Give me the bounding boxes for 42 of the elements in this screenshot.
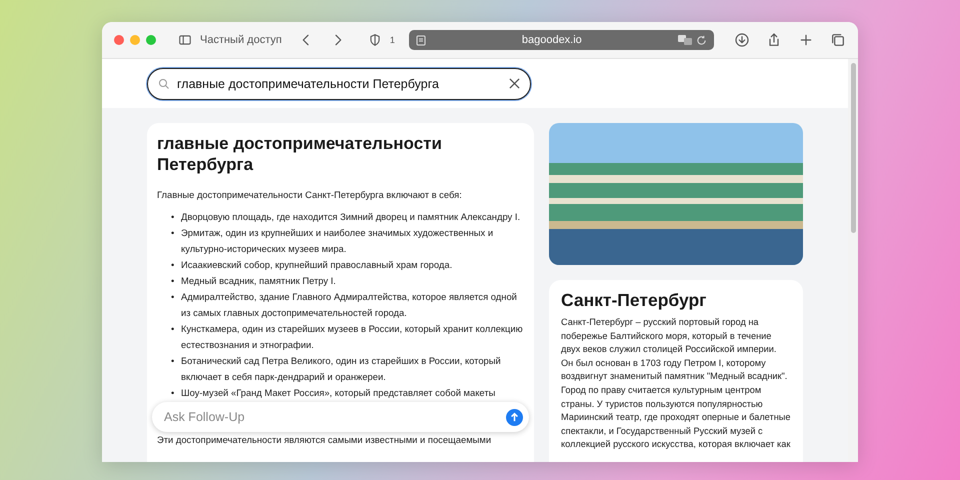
bullet-mark: • bbox=[171, 386, 175, 400]
search-input[interactable]: главные достопримечательности Петербурга bbox=[177, 76, 502, 90]
bullet-mark: • bbox=[171, 226, 175, 240]
follow-up-input[interactable]: Ask Follow-Up bbox=[162, 409, 500, 425]
tracker-count: 1 bbox=[390, 35, 395, 45]
bullet-mark: • bbox=[171, 210, 175, 224]
list-item: Эрмитаж, один из крупнейших и наиболее значимых художественных и культурно-исторических музеев мира. bbox=[181, 226, 494, 256]
info-title: Санкт-Петербург bbox=[561, 290, 708, 311]
follow-up-field[interactable]: Ask Follow-Up bbox=[152, 402, 529, 432]
bullet-mark: • bbox=[171, 290, 175, 304]
bullet-mark: • bbox=[171, 354, 175, 368]
close-window-icon[interactable] bbox=[114, 35, 124, 45]
list-item: Адмиралтейство, здание Главного Адмиралтейства, которое является одной из самых главных достопримечательностей города. bbox=[181, 290, 518, 320]
bullet-mark: • bbox=[171, 274, 175, 288]
download-icon[interactable] bbox=[734, 32, 750, 48]
clear-icon[interactable] bbox=[509, 78, 520, 89]
new-tab-icon[interactable] bbox=[798, 32, 814, 48]
translate-icon[interactable] bbox=[678, 35, 692, 45]
bullet-mark: • bbox=[171, 322, 175, 336]
list-item: Кунсткамера, один из старейших музеев в России, который хранит коллекцию естествознания и этнографии. bbox=[181, 322, 524, 352]
arrow-up-icon bbox=[510, 412, 519, 422]
tabs-overview-icon[interactable] bbox=[830, 32, 846, 48]
search-field[interactable]: главные достопримечательности Петербурга bbox=[147, 68, 531, 100]
list-item: Ботанический сад Петра Великого, один из старейших в России, который включает в себя парк-дендрарий и оранжереи. bbox=[181, 354, 502, 384]
shield-icon[interactable] bbox=[368, 33, 382, 47]
list-item: Шоу-музей «Гранд Макет Россия», который представляет собой макеты bbox=[181, 386, 496, 400]
scrollbar[interactable] bbox=[848, 59, 858, 462]
private-browsing-label: Частный доступ bbox=[200, 34, 282, 46]
answer-title: главные достопримечательности Петербурга bbox=[157, 133, 443, 175]
answer-intro: Главные достопримечательности Санкт-Петербурга включают в себя: bbox=[157, 188, 463, 202]
search-icon bbox=[158, 78, 170, 90]
list-item: Исаакиевский собор, крупнейший православный храм города. bbox=[181, 258, 452, 272]
address-bar[interactable]: bagoodex.io bbox=[408, 30, 714, 50]
bullet-mark: • bbox=[171, 258, 175, 272]
reload-icon[interactable] bbox=[696, 34, 707, 46]
list-item: Медный всадник, памятник Петру I. bbox=[181, 274, 336, 288]
info-text: Санкт-Петербург – русский портовый город на побережье Балтийского моря, который в течение двух веков служил столицей Российской империи. Он был основан в 1703 году Петром I, которому воздвигнут знаменитый памятник "Медный всадник". Город по праву считается культурным центром страны. У туристов пользуются популярностью Мариинский театр, где проходят оперные и балетные спектакли, и Государственный Русский музей с коллекцией русского искусства, которая включает как bbox=[561, 316, 791, 452]
sidebar-icon[interactable] bbox=[178, 33, 192, 47]
page-icon bbox=[416, 34, 426, 46]
list-item: Дворцовую площадь, где находится Зимний дворец и памятник Александру I. bbox=[181, 210, 520, 224]
answer-conclusion: Эти достопримечательности являются самыми известными и посещаемыми bbox=[157, 433, 492, 447]
send-button[interactable] bbox=[506, 408, 523, 426]
